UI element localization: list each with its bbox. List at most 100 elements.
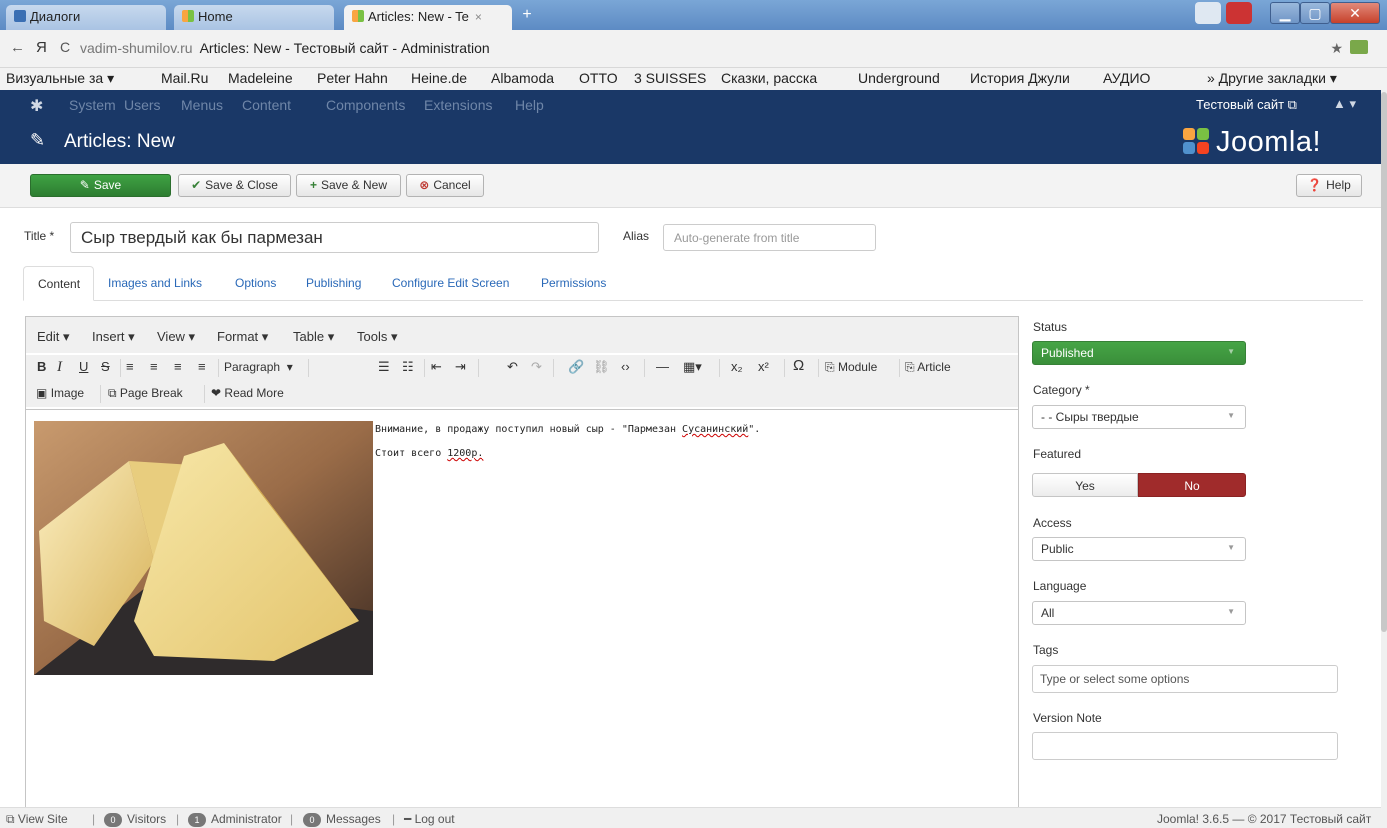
- nav-content[interactable]: Content: [242, 97, 291, 113]
- back-arrow-icon[interactable]: ←: [10, 39, 25, 56]
- undo-icon[interactable]: ↶: [507, 359, 518, 375]
- bookmark-item[interactable]: АУДИО: [1103, 70, 1150, 86]
- format-select[interactable]: Paragraph ▾: [224, 360, 293, 374]
- editor-menu-table[interactable]: Table ▾: [293, 329, 334, 345]
- featured-yes-button[interactable]: Yes: [1032, 473, 1138, 497]
- download-icon[interactable]: [1350, 40, 1368, 54]
- italic-icon[interactable]: I: [57, 359, 62, 376]
- nav-menus[interactable]: Menus: [181, 97, 223, 113]
- module-button[interactable]: ⎘ Module: [825, 360, 877, 375]
- align-right-icon[interactable]: ≡: [174, 359, 182, 374]
- profile-avatar[interactable]: [1195, 2, 1221, 24]
- special-char-icon[interactable]: Ω: [793, 357, 804, 374]
- tab-configure-edit-screen[interactable]: Configure Edit Screen: [392, 266, 509, 301]
- bookmark-item[interactable]: 3 SUISSES: [634, 70, 706, 86]
- link-icon[interactable]: 🔗: [568, 359, 584, 375]
- tab-permissions[interactable]: Permissions: [541, 266, 606, 301]
- messages-link[interactable]: 0 Messages: [303, 812, 381, 827]
- bookmark-item[interactable]: Mail.Ru: [161, 70, 208, 86]
- browser-tab-home[interactable]: Home: [174, 5, 334, 30]
- close-window-button[interactable]: ✕: [1330, 2, 1380, 24]
- maximize-button[interactable]: ▢: [1300, 2, 1330, 24]
- read-more-button[interactable]: ❤ Read More: [211, 386, 284, 400]
- editor-menu-tools[interactable]: Tools ▾: [357, 329, 398, 345]
- align-left-icon[interactable]: ≡: [126, 359, 134, 374]
- bookmark-star-icon[interactable]: ★: [1330, 40, 1343, 57]
- language-select[interactable]: All ▼: [1032, 601, 1246, 625]
- nav-extensions[interactable]: Extensions: [424, 97, 492, 113]
- tab-images-links[interactable]: Images and Links: [108, 266, 202, 301]
- bookmark-item[interactable]: Сказки, расска: [721, 70, 847, 86]
- page-break-button[interactable]: ⧉ Page Break: [108, 386, 183, 401]
- administrator-link[interactable]: 1 Administrator: [188, 812, 282, 827]
- unlink-icon[interactable]: ⛓: [593, 359, 610, 375]
- logout-link[interactable]: ━ Log out: [404, 812, 455, 826]
- indent-icon[interactable]: ⇥: [455, 359, 466, 375]
- tab-content[interactable]: Content: [23, 266, 95, 301]
- nav-users[interactable]: Users: [124, 97, 161, 113]
- joomla-logo-icon[interactable]: ✱: [30, 96, 43, 116]
- page-scrollbar-thumb[interactable]: [1381, 92, 1387, 632]
- nav-help[interactable]: Help: [515, 97, 544, 113]
- bookmark-item[interactable]: Peter Hahn: [317, 70, 388, 86]
- save-new-button[interactable]: + Save & New: [296, 174, 401, 197]
- status-select[interactable]: Published ▼: [1032, 341, 1246, 365]
- bookmark-item[interactable]: История Джули: [970, 70, 1094, 86]
- extension-icon[interactable]: [1226, 2, 1252, 24]
- access-select[interactable]: Public ▼: [1032, 537, 1246, 561]
- save-close-button[interactable]: ✔ Save & Close: [178, 174, 291, 197]
- help-button[interactable]: ❓ Help: [1296, 174, 1362, 197]
- bookmark-item[interactable]: Underground: [858, 70, 940, 86]
- image-button[interactable]: ▣ Image: [36, 386, 84, 400]
- version-note-input[interactable]: [1032, 732, 1338, 760]
- featured-no-button[interactable]: No: [1138, 473, 1246, 497]
- code-icon[interactable]: ‹›: [621, 359, 630, 374]
- browser-tab-dialogs[interactable]: Диалоги: [6, 5, 166, 30]
- outdent-icon[interactable]: ⇤: [431, 359, 442, 375]
- yandex-icon[interactable]: Я: [36, 39, 47, 56]
- bookmark-item[interactable]: Madeleine: [228, 70, 293, 86]
- article-button[interactable]: ⎘ Article: [905, 360, 951, 375]
- bold-icon[interactable]: B: [37, 359, 46, 374]
- visitors-link[interactable]: 0 Visitors: [104, 812, 166, 827]
- category-select[interactable]: - - Сыры твердые ▼: [1032, 405, 1246, 429]
- tags-input[interactable]: [1032, 665, 1338, 693]
- editor-menu-insert[interactable]: Insert ▾: [92, 329, 135, 345]
- user-menu-icon[interactable]: ▲ ▾: [1333, 96, 1356, 112]
- url-field[interactable]: vadim-shumilov.ru Articles: New - Тестов…: [80, 37, 1340, 61]
- title-field[interactable]: [70, 222, 599, 253]
- underline-icon[interactable]: U: [79, 359, 88, 374]
- browser-tab-articles-new[interactable]: Articles: New - Te ×: [344, 5, 512, 30]
- new-tab-button[interactable]: +: [516, 6, 538, 26]
- reload-icon[interactable]: C: [60, 39, 70, 55]
- editor-menu-format[interactable]: Format ▾: [217, 329, 268, 345]
- other-bookmarks[interactable]: » Другие закладки ▾: [1207, 70, 1337, 87]
- save-button[interactable]: ✎ Save: [30, 174, 171, 197]
- numbered-list-icon[interactable]: ☷: [402, 359, 414, 375]
- view-site-link[interactable]: ⧉ View Site: [6, 812, 68, 827]
- bookmark-item[interactable]: Визуальные за ▾: [6, 70, 114, 87]
- editor-menu-edit[interactable]: Edit ▾: [37, 329, 70, 345]
- view-site-link[interactable]: Тестовый сайт ⧉: [1196, 97, 1297, 113]
- strikethrough-icon[interactable]: S: [101, 359, 110, 374]
- bookmark-item[interactable]: OTTO: [579, 70, 618, 86]
- redo-icon[interactable]: ↷: [531, 359, 542, 375]
- cancel-button[interactable]: ⊗ Cancel: [406, 174, 484, 197]
- close-tab-icon[interactable]: ×: [475, 10, 482, 24]
- bookmark-item[interactable]: Albamoda: [491, 70, 554, 86]
- bullet-list-icon[interactable]: ☰: [378, 359, 390, 375]
- align-center-icon[interactable]: ≡: [150, 359, 158, 374]
- editor-content-area[interactable]: Внимание, в продажу поступил новый сыр -…: [26, 409, 1018, 815]
- nav-components[interactable]: Components: [326, 97, 405, 113]
- tab-publishing[interactable]: Publishing: [306, 266, 361, 301]
- alias-field[interactable]: [663, 224, 876, 251]
- nav-system[interactable]: System: [69, 97, 116, 113]
- align-justify-icon[interactable]: ≡: [198, 359, 206, 374]
- minimize-button[interactable]: ▁: [1270, 2, 1300, 24]
- superscript-icon[interactable]: x²: [758, 359, 769, 374]
- tab-options[interactable]: Options: [235, 266, 276, 301]
- editor-menu-view[interactable]: View ▾: [157, 329, 195, 345]
- subscript-icon[interactable]: x₂: [731, 359, 743, 374]
- table-icon[interactable]: ▦▾: [683, 359, 702, 375]
- bookmark-item[interactable]: Heine.de: [411, 70, 467, 86]
